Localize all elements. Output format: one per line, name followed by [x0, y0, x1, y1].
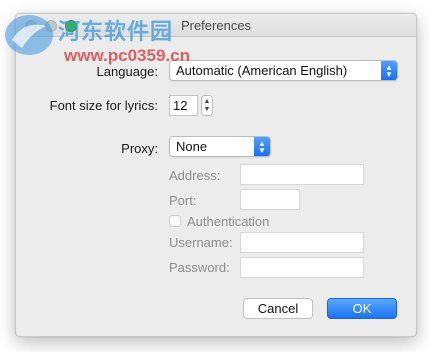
language-label: Language: — [96, 64, 158, 79]
font-size-label: Font size for lyrics: — [49, 98, 158, 113]
language-value: Automatic (American English) — [176, 63, 348, 78]
proxy-popup[interactable]: None ▲ ▼ — [169, 136, 271, 157]
language-popup[interactable]: Automatic (American English) ▲ ▼ — [169, 60, 398, 81]
password-field[interactable] — [240, 257, 364, 278]
preferences-window: Preferences Language: Automatic (America… — [15, 13, 417, 337]
address-field[interactable] — [240, 164, 364, 185]
address-label: Address: — [169, 168, 221, 183]
font-size-field[interactable]: 12 — [169, 95, 198, 116]
updown-chevron-icon: ▲ ▼ — [381, 61, 397, 80]
title-bar: Preferences — [16, 14, 416, 37]
proxy-label: Proxy: — [121, 141, 158, 156]
proxy-value: None — [176, 139, 208, 154]
cancel-button[interactable]: Cancel — [243, 298, 313, 319]
font-size-stepper[interactable]: ▲ ▼ — [201, 95, 213, 116]
updown-chevron-icon: ▲ ▼ — [254, 137, 270, 156]
username-field[interactable] — [240, 232, 364, 253]
port-field[interactable] — [240, 189, 300, 210]
port-label: Port: — [169, 193, 197, 208]
authentication-label: Authentication — [187, 214, 270, 229]
ok-button[interactable]: OK — [327, 298, 397, 319]
window-title: Preferences — [180, 18, 252, 33]
authentication-checkbox[interactable] — [169, 215, 181, 227]
password-label: Password: — [169, 260, 230, 275]
username-label: Username: — [169, 235, 233, 250]
